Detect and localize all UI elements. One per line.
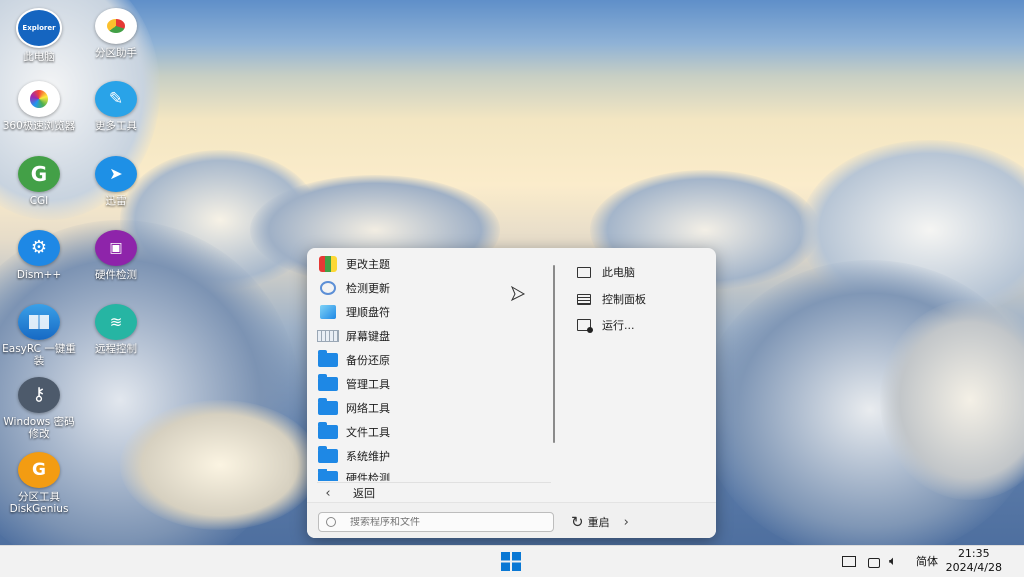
folder-icon (317, 398, 339, 416)
program-list-scrollbar[interactable] (553, 265, 555, 443)
partition-assistant-icon (95, 8, 137, 44)
menu-item-drive-letters[interactable]: 理顺盘符 (317, 301, 547, 323)
desktop-icon-remote-control[interactable]: ≋ 远程控制 (79, 304, 153, 355)
desktop-icon-easyrc[interactable]: EasyRC 一键重装 (2, 304, 76, 367)
taskbar: 🔈︎ 简体 21:35 2024/4/28 (0, 545, 1024, 577)
monitor-icon (577, 266, 593, 278)
desktop-icon-diskgenius[interactable]: G 分区工具DiskGenius (2, 452, 76, 515)
clock-time: 21:35 (957, 547, 990, 560)
desktop-icon-label: EasyRC 一键重装 (2, 343, 76, 367)
hardware-chip-icon: ▣ (95, 230, 137, 266)
desktop-icon-label: 分区助手 (95, 47, 137, 59)
browser-360-icon (18, 81, 60, 117)
folder-icon (317, 374, 339, 392)
start-button[interactable] (501, 552, 521, 571)
desktop-icon-dism[interactable]: ⚙ Dism++ (2, 230, 76, 281)
restart-button[interactable]: ↻ 重启 › (571, 513, 629, 531)
key-icon: ⚷ (18, 377, 60, 413)
menu-item-hardware-detect[interactable]: 硬件检测 (317, 469, 547, 481)
ime-indicator[interactable]: 简体 (916, 553, 938, 569)
desktop-icon-360-browser[interactable]: 360极速浏览器 (2, 81, 76, 132)
clock-date: 2024/4/28 (945, 561, 1002, 574)
desktop-icon-label: Dism++ (16, 269, 62, 281)
desktop-icon-label: Windows 密码修改 (3, 416, 75, 440)
desktop-icon-label: 硬件检测 (95, 269, 137, 281)
wrench-icon: ✎ (95, 81, 137, 117)
clock[interactable]: 21:35 2024/4/28 (946, 547, 1002, 575)
thunder-bird-icon: ➤ (95, 156, 137, 192)
desktop-icon-label: 更多工具 (95, 120, 137, 132)
desktop-icon-more-tools[interactable]: ✎ 更多工具 (79, 81, 153, 132)
desktop-icon-cgi[interactable]: G CGI (2, 156, 76, 207)
desktop-icon-thunder[interactable]: ➤ 迅雷 (79, 156, 153, 207)
desktop-icon-partition-assistant[interactable]: 分区助手 (79, 8, 153, 59)
folder-icon (317, 446, 339, 464)
desktop-icon-label: 分区工具DiskGenius (9, 491, 69, 515)
update-globe-icon (317, 280, 339, 296)
explorer-icon: Explorer (16, 8, 62, 48)
run-window-icon (577, 319, 593, 333)
restart-icon: ↻ (571, 513, 584, 531)
back-button[interactable]: ‹ 返回 (317, 482, 547, 504)
chevron-left-icon: ‹ (325, 485, 331, 501)
menu-item-network-tools[interactable]: 网络工具 (317, 397, 547, 419)
pie-icon (107, 19, 125, 33)
right-item-this-pc[interactable]: 此电脑 (577, 262, 635, 282)
mouse-cursor-icon (510, 286, 526, 302)
rainbow-ring-icon (30, 90, 48, 108)
desktop-icon-windows-password[interactable]: ⚷ Windows 密码修改 (2, 377, 76, 440)
security-lock-icon[interactable] (868, 553, 880, 569)
cgi-icon: G (18, 156, 60, 192)
desktop-icon-label: CGI (29, 195, 49, 207)
dism-gears-icon: ⚙ (18, 230, 60, 266)
volume-icon[interactable]: 🔈︎ (889, 553, 897, 569)
control-panel-icon (577, 293, 593, 305)
start-menu-footer: ↻ 重启 › (307, 502, 716, 538)
drive-icon (317, 304, 339, 320)
search-input[interactable] (350, 516, 540, 528)
menu-item-backup-restore[interactable]: 备份还原 (317, 349, 547, 371)
diskgenius-icon: G (18, 452, 60, 488)
desktop-icon-label: 360极速浏览器 (2, 120, 76, 132)
right-item-control-panel[interactable]: 控制面板 (577, 289, 646, 309)
chevron-right-icon[interactable]: › (624, 515, 629, 530)
keyboard-icon (317, 328, 339, 344)
folder-icon (317, 350, 339, 368)
search-box[interactable] (318, 512, 554, 532)
desktop-icon-label: 此电脑 (23, 51, 55, 63)
menu-item-system-maintenance[interactable]: 系统维护 (317, 445, 547, 467)
desktop-icon-label: 远程控制 (95, 343, 137, 355)
menu-item-change-theme[interactable]: 更改主题 (317, 253, 547, 275)
program-list-clip: 硬件检测 (307, 469, 553, 481)
folder-icon (317, 422, 339, 440)
menu-item-file-tools[interactable]: 文件工具 (317, 421, 547, 443)
desktop-icon-hardware-detect[interactable]: ▣ 硬件检测 (79, 230, 153, 281)
windows-logo-icon (501, 552, 521, 571)
menu-item-admin-tools[interactable]: 管理工具 (317, 373, 547, 395)
theme-palette-icon (317, 256, 339, 272)
menu-item-onscreen-keyboard[interactable]: 屏幕键盘 (317, 325, 547, 347)
folder-icon (317, 469, 339, 481)
network-icon[interactable] (842, 553, 856, 569)
easyrc-windows-icon (18, 304, 60, 340)
remote-signal-icon: ≋ (95, 304, 137, 340)
desktop-icon-this-pc[interactable]: Explorer 此电脑 (2, 8, 76, 63)
search-icon (326, 517, 336, 527)
right-item-run[interactable]: 运行... (577, 315, 635, 335)
desktop-icon-label: 迅雷 (105, 195, 127, 207)
